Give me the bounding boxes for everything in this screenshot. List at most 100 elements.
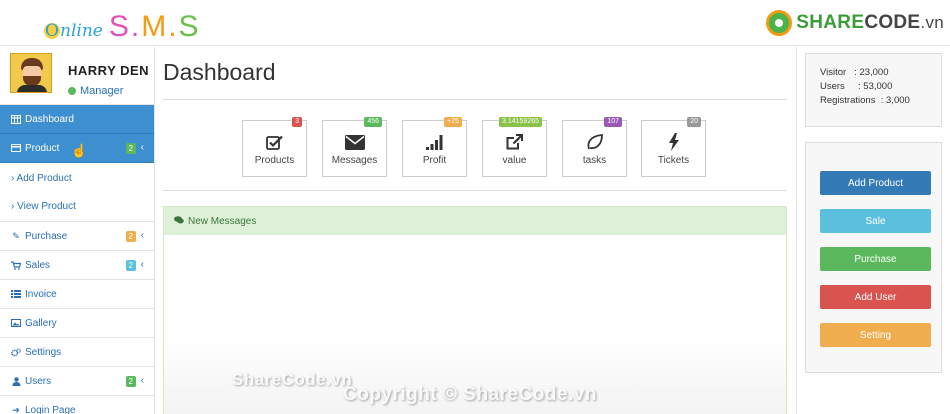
app-logo[interactable]: Online S.M.S bbox=[44, 10, 201, 43]
stat-badge: +25 bbox=[444, 117, 462, 127]
stat-registrations-label: Registrations bbox=[820, 95, 876, 106]
site-stats: Visitor : 23,000 Users : 53,000 Registra… bbox=[805, 53, 942, 127]
purchase-button[interactable]: Purchase bbox=[820, 247, 931, 271]
sidebar-item-label: Sales bbox=[25, 259, 51, 271]
stat-value[interactable]: 3.14159265 value bbox=[482, 117, 547, 177]
stat-label: value bbox=[502, 155, 527, 166]
sidebar-item-settings[interactable]: Settings bbox=[0, 338, 154, 367]
logo-sms: S.M.S bbox=[109, 10, 201, 44]
stat-profit[interactable]: +25 Profit bbox=[402, 117, 467, 177]
avatar[interactable] bbox=[10, 53, 52, 93]
profile-role-label: Manager bbox=[80, 85, 124, 97]
stat-badge: 3 bbox=[292, 117, 302, 127]
chevron-left-icon[interactable]: ‹ bbox=[141, 259, 144, 270]
stat-label: tasks bbox=[582, 155, 607, 166]
sidebar-item-gallery[interactable]: Gallery bbox=[0, 309, 154, 338]
top-bar: Online S.M.S SHARECODE.vn bbox=[0, 0, 950, 46]
stat-badge: 107 bbox=[604, 117, 622, 127]
profile-role: Manager bbox=[68, 85, 123, 97]
cart-icon bbox=[11, 260, 21, 270]
brand-logo-icon bbox=[766, 10, 793, 36]
sale-button[interactable]: Sale bbox=[820, 209, 931, 233]
brand-vn: .vn bbox=[920, 13, 944, 32]
sidebar-item-users[interactable]: Users 2 ‹ bbox=[0, 367, 154, 396]
sidebar-item-invoice[interactable]: Invoice bbox=[0, 280, 154, 309]
online-status-icon bbox=[68, 87, 76, 95]
product-count-badge: 2 bbox=[125, 143, 136, 154]
brand-text: SHARECODE.vn bbox=[796, 12, 944, 34]
checkbox-icon bbox=[243, 133, 306, 151]
submenu-add-product[interactable]: › Add Product bbox=[0, 164, 154, 192]
product-submenu: › Add Product › View Product bbox=[0, 163, 154, 222]
sidebar-item-label: Invoice bbox=[25, 288, 57, 300]
sidebar-item-label: Gallery bbox=[25, 317, 57, 329]
logo-s1: S. bbox=[108, 10, 142, 43]
stat-tasks[interactable]: 107 tasks bbox=[562, 117, 627, 177]
logo-m: M. bbox=[141, 10, 179, 43]
cogs-icon bbox=[11, 348, 21, 357]
stat-visitor-value: 23,000 bbox=[859, 67, 889, 78]
stat-users-label: Users bbox=[820, 81, 845, 92]
page-title: Dashboard bbox=[163, 59, 276, 85]
setting-button[interactable]: Setting bbox=[820, 323, 931, 347]
sidebar-item-purchase[interactable]: ✎ Purchase 2 ‹ bbox=[0, 222, 154, 251]
chevron-left-icon[interactable]: ‹ bbox=[141, 230, 144, 241]
submenu-view-product[interactable]: › View Product bbox=[0, 192, 154, 220]
add-product-button[interactable]: Add Product bbox=[820, 171, 931, 195]
panel-heading: New Messages bbox=[164, 207, 786, 235]
stat-badge: 20 bbox=[687, 117, 701, 127]
sidebar-item-label: Dashboard bbox=[25, 113, 74, 125]
stat-visitor: Visitor : 23,000 bbox=[820, 67, 889, 78]
sidebar-item-sales[interactable]: Sales 2 ‹ bbox=[0, 251, 154, 280]
stat-label: Products bbox=[254, 155, 295, 166]
image-icon bbox=[11, 319, 21, 328]
chevron-left-icon[interactable]: ‹ bbox=[141, 142, 144, 153]
external-link-icon bbox=[483, 133, 546, 151]
profile-name: HARRY DEN bbox=[68, 63, 150, 78]
logo-online: Online bbox=[44, 21, 103, 41]
purchase-count-badge: 2 bbox=[125, 231, 136, 242]
quick-actions: Add Product Sale Purchase Add User Setti… bbox=[805, 142, 942, 373]
stat-registrations: Registrations : 3,000 bbox=[820, 95, 910, 106]
sidebar-item-label: Product bbox=[25, 142, 60, 154]
brand-share: SHARE bbox=[796, 12, 865, 33]
user-icon bbox=[11, 376, 21, 386]
envelope-icon bbox=[323, 133, 386, 151]
divider bbox=[163, 99, 787, 100]
sidebar-item-login-page[interactable]: ➔ Login Page bbox=[0, 396, 154, 414]
leaf-icon bbox=[563, 133, 626, 151]
comments-icon bbox=[174, 216, 184, 226]
sidebar-item-label: Login Page bbox=[25, 405, 76, 414]
hand-cursor-icon: ☝ bbox=[71, 143, 88, 158]
sign-in-icon: ➔ bbox=[12, 405, 20, 414]
stat-badge: 456 bbox=[364, 117, 382, 127]
stat-users: Users : 53,000 bbox=[820, 81, 893, 92]
right-column: Visitor : 23,000 Users : 53,000 Registra… bbox=[796, 47, 950, 414]
stat-tickets[interactable]: 20 Tickets bbox=[641, 117, 706, 177]
chevron-left-icon[interactable]: ‹ bbox=[141, 375, 144, 386]
logo-s2: S bbox=[178, 10, 201, 43]
stat-users-value: 53,000 bbox=[863, 81, 893, 92]
brand-code: CODE bbox=[864, 12, 921, 33]
sidebar-item-dashboard[interactable]: Dashboard bbox=[0, 105, 154, 134]
table-icon bbox=[11, 114, 21, 124]
credit-card-icon bbox=[11, 144, 21, 153]
sales-count-badge: 2 bbox=[125, 260, 136, 271]
logo-o: O bbox=[44, 21, 60, 41]
add-user-button[interactable]: Add User bbox=[820, 285, 931, 309]
stat-badge: 3.14159265 bbox=[499, 117, 542, 127]
divider bbox=[163, 190, 787, 191]
watermark-copyright: Copyright © ShareCode.vn bbox=[343, 384, 598, 405]
signal-bars-icon bbox=[403, 133, 466, 151]
list-icon bbox=[11, 290, 21, 299]
sidebar: HARRY DEN Manager Dashboard Product 2 ‹ … bbox=[0, 47, 155, 414]
stat-products[interactable]: 3 Products bbox=[242, 117, 307, 177]
watermark-text: ShareCode.vn bbox=[232, 370, 353, 389]
sharecode-brand: SHARECODE.vn bbox=[766, 10, 944, 36]
stat-label: Messages bbox=[331, 155, 378, 166]
user-profile: HARRY DEN Manager bbox=[0, 47, 154, 105]
stat-messages[interactable]: 456 Messages bbox=[322, 117, 387, 177]
stat-label: Profit bbox=[422, 155, 447, 166]
pencil-icon: ✎ bbox=[12, 230, 20, 241]
stat-registrations-value: 3,000 bbox=[886, 95, 910, 106]
